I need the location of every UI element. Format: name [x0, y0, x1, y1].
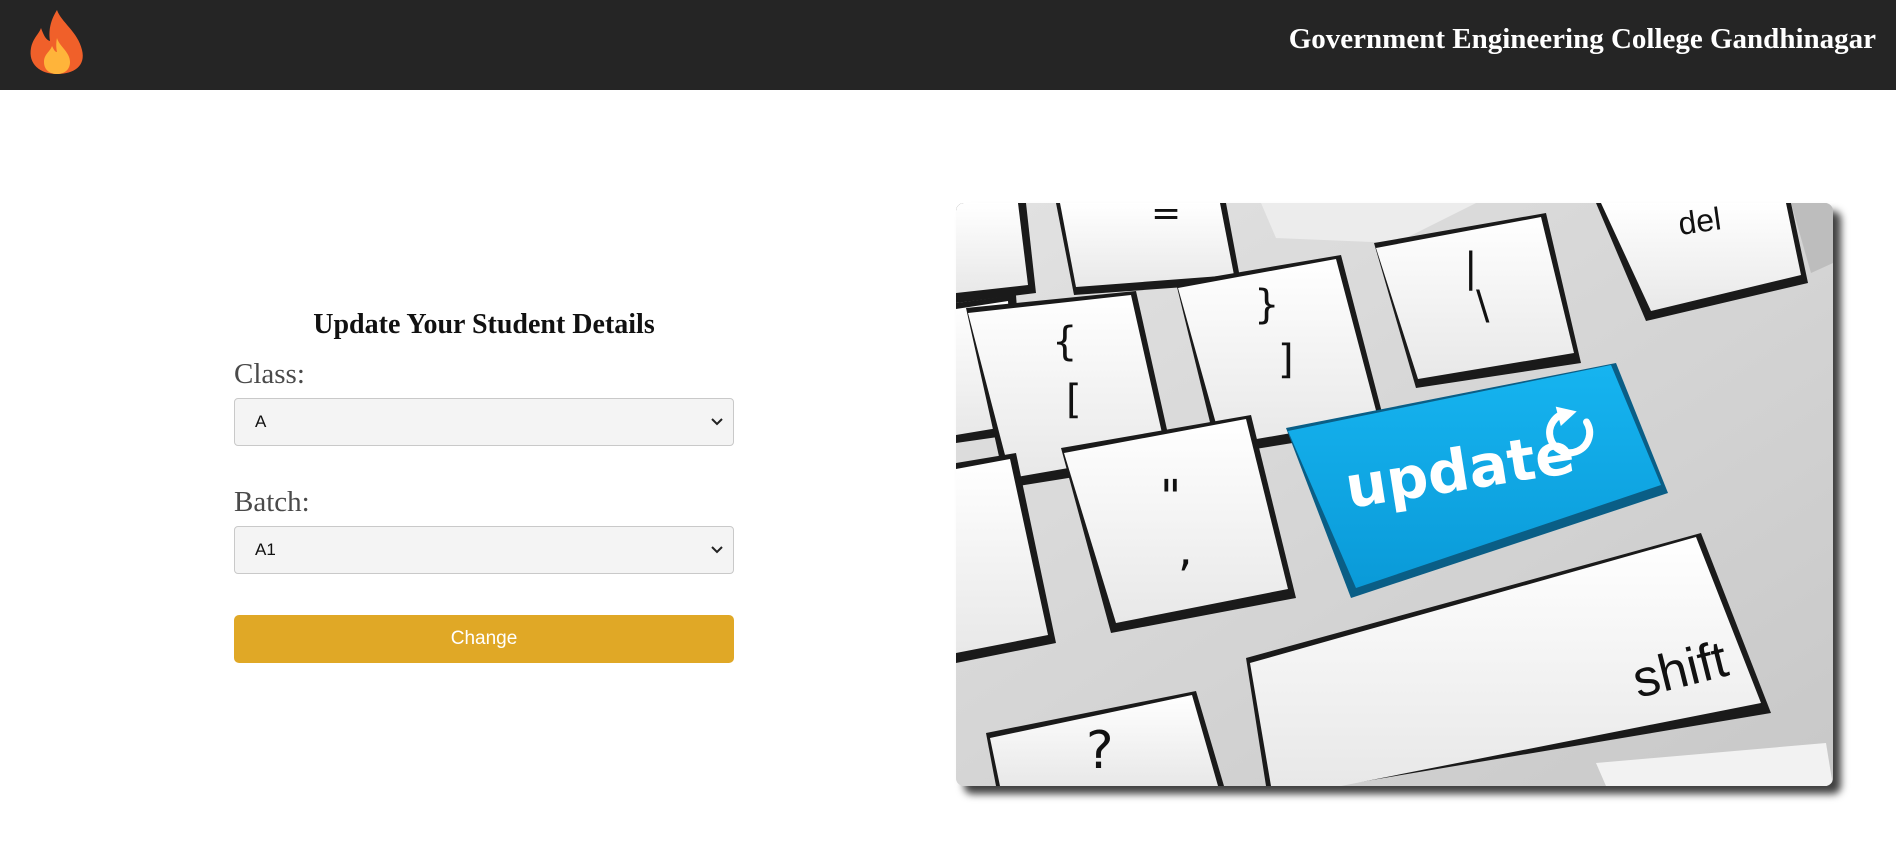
update-details-form: Update Your Student Details Class: A Bat…	[234, 305, 734, 663]
batch-select-value: A1	[255, 540, 276, 559]
key	[956, 203, 1036, 303]
chevron-down-icon	[711, 418, 723, 426]
class-select[interactable]: A	[234, 398, 734, 446]
chevron-down-icon	[711, 546, 723, 554]
keyboard-illustration: = del { [ } ] | \ update " , shift ?	[956, 203, 1833, 786]
top-navbar: Government Engineering College Gandhinag…	[0, 0, 1896, 90]
batch-field: Batch: A1	[234, 483, 734, 574]
class-label: Class:	[234, 358, 305, 390]
form-title: Update Your Student Details	[313, 309, 655, 340]
batch-label: Batch:	[234, 486, 310, 518]
key-label: {	[1052, 319, 1077, 365]
key-label: ]	[1278, 337, 1294, 383]
key-label: \	[1476, 283, 1490, 329]
key-label: }	[1254, 282, 1279, 328]
key-label: del	[1676, 203, 1723, 242]
batch-select[interactable]: A1	[234, 526, 734, 574]
key-label: ,	[1178, 522, 1193, 576]
fire-icon[interactable]	[26, 8, 88, 76]
class-select-value: A	[255, 412, 267, 431]
key-label: ?	[1086, 721, 1114, 781]
key-label: =	[1151, 203, 1181, 234]
key-label: "	[1160, 470, 1181, 524]
key-label: [	[1066, 377, 1082, 423]
class-field: Class: A	[234, 355, 734, 446]
college-title: Government Engineering College Gandhinag…	[1288, 23, 1876, 55]
change-button[interactable]: Change	[234, 615, 734, 663]
update-keyboard-image: = del { [ } ] | \ update " , shift ?	[956, 203, 1833, 786]
